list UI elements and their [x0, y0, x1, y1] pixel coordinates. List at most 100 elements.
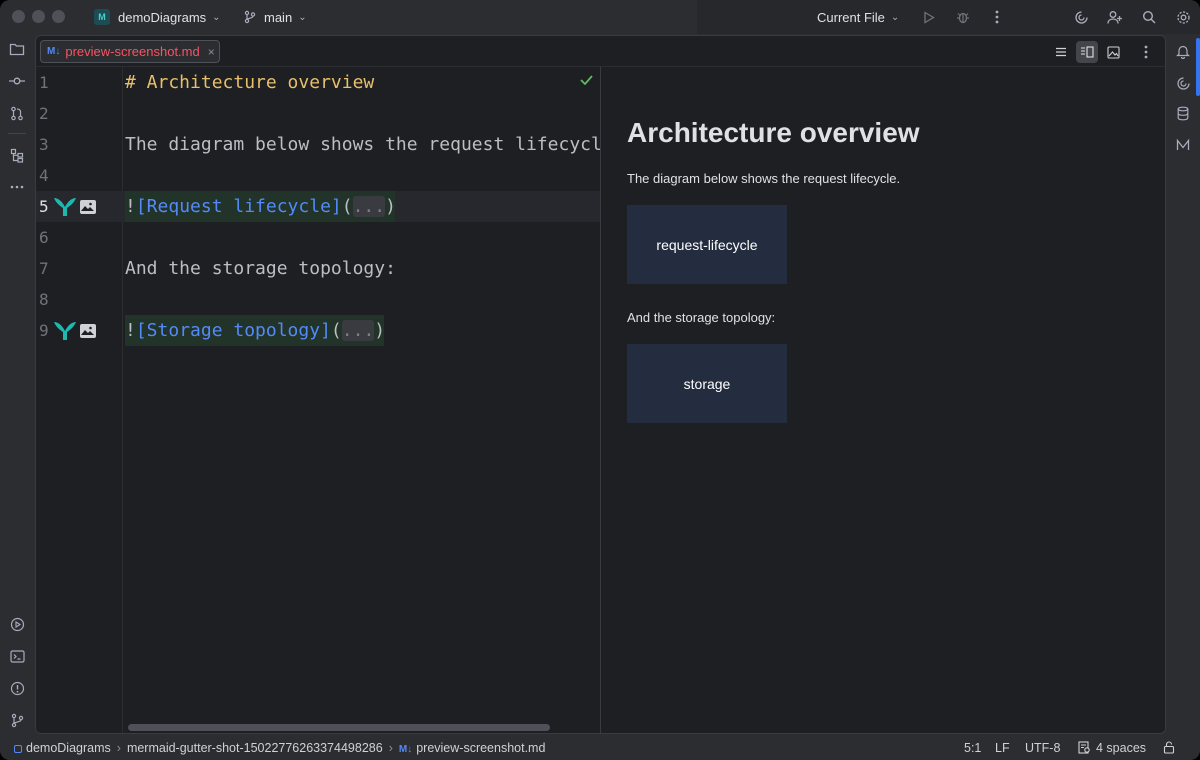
- zoom-window-button[interactable]: [52, 10, 65, 23]
- line-number: 4: [39, 166, 49, 185]
- diagram-label: storage: [683, 375, 731, 392]
- branch-name: main: [264, 9, 293, 25]
- indent-settings[interactable]: 4 spaces: [1078, 738, 1146, 760]
- ai-chat-icon[interactable]: [1174, 74, 1192, 92]
- chevron-down-icon: ⌄: [212, 11, 221, 23]
- no-problems-check-icon[interactable]: [580, 72, 593, 88]
- editor-tab-bar: M↓ preview-screenshot.md ×: [36, 36, 1165, 67]
- diagram-label: request-lifecycle: [656, 236, 758, 253]
- more-tool-windows-icon[interactable]: [8, 178, 26, 196]
- line-ending[interactable]: LF: [995, 738, 1010, 760]
- horizontal-scrollbar[interactable]: [128, 724, 550, 731]
- right-tool-window-strip: [1166, 34, 1200, 738]
- more-actions-icon[interactable]: [988, 8, 1006, 26]
- folded-url[interactable]: ...: [352, 196, 386, 217]
- markdown-file-icon: M↓: [398, 744, 413, 755]
- code-line-1: # Architecture overview: [125, 67, 374, 98]
- markdown-preview-pane: Architecture overview The diagram below …: [600, 67, 1165, 733]
- database-icon[interactable]: [1174, 104, 1192, 122]
- mermaid-diagram-icon[interactable]: [53, 197, 77, 217]
- image-preview-icon[interactable]: [80, 200, 96, 214]
- breadcrumb-chevron-icon: ›: [116, 741, 121, 755]
- project-folder-icon[interactable]: [8, 40, 26, 58]
- paren-open: (: [341, 196, 353, 217]
- ai-assistant-icon[interactable]: [1072, 8, 1090, 26]
- right-accent-edge: [1196, 38, 1200, 96]
- mermaid-diagram-icon[interactable]: [53, 321, 77, 341]
- version-control-icon[interactable]: [8, 711, 26, 729]
- paren-close: ): [385, 196, 396, 217]
- tab-label: preview-screenshot.md: [65, 44, 200, 59]
- paragraph-text: The diagram below shows the request life…: [125, 134, 600, 155]
- breadcrumb-project[interactable]: demoDiagrams: [26, 741, 111, 755]
- services-run-icon[interactable]: [8, 615, 26, 633]
- minimize-window-button[interactable]: [32, 10, 45, 23]
- run-config-label: Current File: [817, 9, 885, 25]
- problems-icon[interactable]: [8, 679, 26, 697]
- module-icon: [14, 745, 22, 753]
- breadcrumb-file[interactable]: preview-screenshot.md: [416, 741, 545, 755]
- code-line-9: ![Storage topology](...): [125, 315, 385, 346]
- add-user-icon[interactable]: [1106, 8, 1124, 26]
- run-config-selector[interactable]: Current File ⌄: [817, 0, 899, 34]
- line-number: 6: [39, 228, 49, 247]
- preview-paragraph: The diagram below shows the request life…: [627, 171, 901, 186]
- image-preview-icon[interactable]: [80, 324, 96, 338]
- paragraph-text: And the storage topology:: [125, 258, 396, 279]
- close-window-button[interactable]: [12, 10, 25, 23]
- title-bar: M demoDiagrams ⌄ main ⌄ Current File ⌄: [0, 0, 1200, 34]
- line-number: 2: [39, 104, 49, 123]
- debug-icon[interactable]: [954, 8, 972, 26]
- file-encoding[interactable]: UTF-8: [1025, 738, 1060, 760]
- line-number: 8: [39, 290, 49, 309]
- indent-label: 4 spaces: [1096, 741, 1147, 755]
- structure-icon[interactable]: [8, 146, 26, 164]
- close-tab-icon[interactable]: ×: [208, 45, 215, 59]
- run-icon[interactable]: [920, 8, 938, 26]
- line-number: 1: [39, 73, 49, 92]
- project-switcher[interactable]: M demoDiagrams ⌄: [94, 0, 221, 34]
- indent-icon: [1078, 741, 1090, 754]
- terminal-icon[interactable]: [8, 647, 26, 665]
- preview-diagram-request-lifecycle[interactable]: request-lifecycle: [627, 205, 787, 284]
- editor-gutter: 1 2 3 4 5 6 7 8 9: [36, 67, 123, 733]
- folded-url[interactable]: ...: [341, 320, 375, 341]
- notifications-bell-icon[interactable]: [1174, 42, 1192, 60]
- image-bang: !: [125, 196, 136, 217]
- search-icon[interactable]: [1140, 8, 1158, 26]
- split-view-button[interactable]: [1076, 41, 1098, 63]
- code-line-5: ![Request lifecycle](...): [125, 191, 396, 222]
- chevron-down-icon: ⌄: [298, 11, 307, 23]
- left-tool-window-strip: [0, 34, 34, 738]
- title-bar-right-zone: [697, 0, 1200, 34]
- markdown-file-icon: M↓: [47, 46, 61, 57]
- pull-requests-icon[interactable]: [8, 104, 26, 122]
- status-bar: demoDiagrams › mermaid-gutter-shot-1502277…: [0, 738, 1200, 760]
- ide-window: M demoDiagrams ⌄ main ⌄ Current File ⌄ M…: [0, 0, 1200, 760]
- preview-diagram-storage[interactable]: storage: [627, 344, 787, 423]
- commit-icon[interactable]: [8, 72, 26, 90]
- image-alt-link[interactable]: [Request lifecycle]: [136, 196, 342, 217]
- image-bang: !: [125, 320, 136, 341]
- preview-only-view-button[interactable]: [1102, 41, 1124, 63]
- tab-preview-screenshot-md[interactable]: M↓ preview-screenshot.md ×: [40, 40, 220, 63]
- readonly-lock-icon[interactable]: [1163, 738, 1175, 760]
- line-number: 7: [39, 259, 49, 278]
- editor-only-view-button[interactable]: [1050, 41, 1072, 63]
- project-icon: M: [94, 9, 110, 25]
- editor-more-icon[interactable]: [1135, 41, 1157, 63]
- editor-frame: M↓ preview-screenshot.md × 1 2 3 4 5 6 7…: [35, 35, 1166, 734]
- project-name: demoDiagrams: [118, 9, 207, 25]
- branch-switcher[interactable]: main ⌄: [243, 0, 307, 34]
- caret-position[interactable]: 5:1: [964, 738, 981, 760]
- breadcrumb-folder[interactable]: mermaid-gutter-shot-15022776263374498286: [127, 741, 383, 755]
- image-alt-link[interactable]: [Storage topology]: [136, 320, 331, 341]
- code-editor[interactable]: # Architecture overview The diagram belo…: [123, 67, 600, 733]
- strip-divider: [8, 133, 26, 134]
- markdown-heading: # Architecture overview: [125, 72, 375, 93]
- settings-gear-icon[interactable]: [1174, 8, 1192, 26]
- markdown-m-icon[interactable]: [1174, 136, 1192, 154]
- git-branch-icon: [244, 10, 256, 24]
- preview-heading: Architecture overview: [627, 117, 920, 148]
- breadcrumb: demoDiagrams › mermaid-gutter-shot-1502277…: [14, 738, 545, 760]
